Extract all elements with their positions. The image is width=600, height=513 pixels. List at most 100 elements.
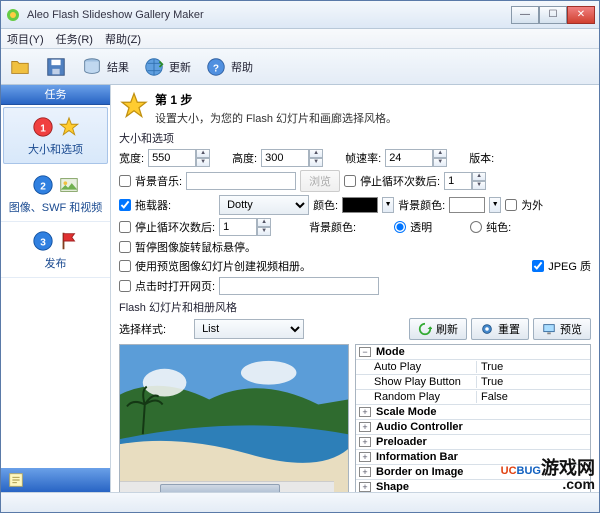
framerate-spinner[interactable]: ▲▼ bbox=[385, 149, 447, 167]
width-label: 宽度: bbox=[119, 150, 144, 166]
stoploop1-checkbox[interactable] bbox=[344, 175, 356, 187]
height-label: 高度: bbox=[232, 150, 257, 166]
main-panel: 第 1 步 设置大小，为您的 Flash 幻灯片和画廊选择风格。 大小和选项 宽… bbox=[111, 85, 599, 492]
stoploop1-input[interactable] bbox=[444, 172, 472, 190]
prop-category[interactable]: −Mode bbox=[356, 345, 590, 360]
prop-row[interactable]: Show Play ButtonTrue bbox=[356, 375, 590, 390]
expand-icon[interactable]: + bbox=[359, 437, 371, 447]
loader-select[interactable]: Dotty bbox=[219, 195, 309, 215]
expand-icon[interactable]: + bbox=[359, 452, 371, 462]
step-header: 第 1 步 设置大小，为您的 Flash 幻灯片和画廊选择风格。 bbox=[119, 91, 591, 126]
expand-icon[interactable]: + bbox=[359, 407, 371, 417]
style-label: 选择样式: bbox=[119, 321, 166, 337]
menu-tasks[interactable]: 任务(R) bbox=[56, 31, 93, 47]
sidebar: 任务 1 大小和选项 2 图像、SWF 和视频 3 发布 bbox=[1, 85, 111, 492]
style-row: 选择样式: List 刷新 重置 预览 bbox=[119, 318, 591, 340]
size-section-label: 大小和选项 bbox=[119, 130, 591, 146]
height-input[interactable] bbox=[261, 149, 309, 167]
menu-help[interactable]: 帮助(Z) bbox=[105, 31, 141, 47]
version-label: 版本: bbox=[469, 150, 494, 166]
spin-down-icon[interactable]: ▼ bbox=[309, 158, 323, 167]
app-icon bbox=[5, 7, 21, 23]
color-swatch-white[interactable] bbox=[449, 197, 485, 213]
gallery-preview[interactable] bbox=[119, 344, 349, 492]
monitor-icon bbox=[542, 322, 556, 336]
outside-checkbox[interactable] bbox=[505, 199, 517, 211]
loader-checkbox[interactable] bbox=[119, 199, 131, 211]
help-icon: ? bbox=[205, 56, 227, 78]
spin-down-icon[interactable]: ▼ bbox=[472, 181, 486, 190]
prop-category[interactable]: +Scale Mode bbox=[356, 405, 590, 420]
toolbar-help-button[interactable]: ?帮助 bbox=[205, 56, 253, 78]
solid-radio[interactable] bbox=[470, 221, 482, 233]
svg-text:2: 2 bbox=[40, 182, 46, 193]
outside-label: 为外 bbox=[521, 197, 543, 213]
usepreview-checkbox[interactable] bbox=[119, 260, 131, 272]
width-input[interactable] bbox=[148, 149, 196, 167]
sidebar-item-media[interactable]: 2 图像、SWF 和视频 bbox=[1, 166, 110, 222]
preview-button[interactable]: 预览 bbox=[533, 318, 591, 340]
expand-icon[interactable]: − bbox=[359, 347, 371, 357]
toolbar-update-button[interactable]: 更新 bbox=[143, 56, 191, 78]
clickurl-input[interactable] bbox=[219, 277, 379, 295]
height-spinner[interactable]: ▲▼ bbox=[261, 149, 323, 167]
toolbar-open-button[interactable] bbox=[9, 56, 31, 78]
prop-category[interactable]: +Preloader bbox=[356, 435, 590, 450]
refresh-button[interactable]: 刷新 bbox=[409, 318, 467, 340]
star-icon bbox=[58, 116, 80, 138]
clickurl-label: 点击时打开网页: bbox=[135, 278, 215, 294]
expand-icon[interactable]: + bbox=[359, 467, 371, 477]
close-button[interactable]: ✕ bbox=[567, 6, 595, 24]
width-spinner[interactable]: ▲▼ bbox=[148, 149, 210, 167]
style-select[interactable]: List bbox=[194, 319, 304, 339]
badge-1-icon: 1 bbox=[32, 116, 54, 138]
maximize-button[interactable]: ☐ bbox=[539, 6, 567, 24]
image-icon bbox=[58, 174, 80, 196]
toolbar-save-button[interactable] bbox=[45, 56, 67, 78]
stoploop2-spinner[interactable]: ▲▼ bbox=[219, 218, 271, 236]
stoploop1-spinner[interactable]: ▲▼ bbox=[444, 172, 486, 190]
pause-checkbox[interactable] bbox=[119, 241, 131, 253]
bgcolor-label: 背景颜色: bbox=[398, 197, 445, 213]
preview-scrollbar[interactable] bbox=[120, 481, 334, 492]
color-label: 颜色: bbox=[313, 197, 338, 213]
step-title: 第 1 步 bbox=[155, 91, 397, 108]
clickurl-checkbox[interactable] bbox=[119, 280, 131, 292]
toolbar-results-button[interactable]: 结果 bbox=[81, 56, 129, 78]
jpeg-checkbox[interactable] bbox=[532, 260, 544, 272]
spin-down-icon[interactable]: ▼ bbox=[196, 158, 210, 167]
stoploop2-checkbox[interactable] bbox=[119, 221, 131, 233]
dropdown-icon[interactable]: ▼ bbox=[489, 197, 501, 213]
bgmusic-input[interactable] bbox=[186, 172, 296, 190]
spin-up-icon[interactable]: ▲ bbox=[196, 149, 210, 158]
framerate-input[interactable] bbox=[385, 149, 433, 167]
globe-refresh-icon bbox=[143, 56, 165, 78]
menu-project[interactable]: 项目(Y) bbox=[7, 31, 44, 47]
reset-button[interactable]: 重置 bbox=[471, 318, 529, 340]
solid-label: 纯色: bbox=[486, 219, 511, 235]
titlebar: Aleo Flash Slideshow Gallery Maker — ☐ ✕ bbox=[1, 1, 599, 29]
expand-icon[interactable]: + bbox=[359, 422, 371, 432]
window-title: Aleo Flash Slideshow Gallery Maker bbox=[27, 9, 511, 21]
spin-up-icon[interactable]: ▲ bbox=[309, 149, 323, 158]
stoploop2-input[interactable] bbox=[219, 218, 257, 236]
transparent-radio[interactable] bbox=[394, 221, 406, 233]
color-swatch-black[interactable] bbox=[342, 197, 378, 213]
scrollbar-thumb[interactable] bbox=[160, 484, 280, 492]
expand-icon[interactable]: + bbox=[359, 482, 371, 492]
spin-down-icon[interactable]: ▼ bbox=[433, 158, 447, 167]
sidebar-item-size-options[interactable]: 1 大小和选项 bbox=[3, 107, 108, 164]
spin-down-icon[interactable]: ▼ bbox=[257, 227, 271, 236]
spin-up-icon[interactable]: ▲ bbox=[433, 149, 447, 158]
prop-category[interactable]: +Audio Controller bbox=[356, 420, 590, 435]
minimize-button[interactable]: — bbox=[511, 6, 539, 24]
sidebar-item-publish[interactable]: 3 发布 bbox=[1, 222, 110, 278]
browse-button[interactable]: 浏览 bbox=[300, 170, 340, 192]
spin-up-icon[interactable]: ▲ bbox=[472, 172, 486, 181]
prop-row[interactable]: Random PlayFalse bbox=[356, 390, 590, 405]
bgmusic-checkbox[interactable] bbox=[119, 175, 131, 187]
dropdown-icon[interactable]: ▼ bbox=[382, 197, 394, 213]
sidebar-item-label: 图像、SWF 和视频 bbox=[5, 199, 106, 215]
spin-up-icon[interactable]: ▲ bbox=[257, 218, 271, 227]
prop-row[interactable]: Auto PlayTrue bbox=[356, 360, 590, 375]
